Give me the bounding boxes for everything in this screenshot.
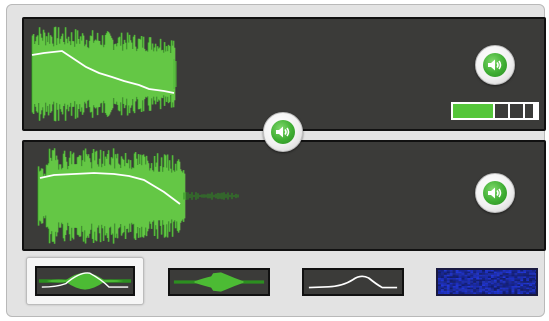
- view-mode-tabs: [16, 257, 540, 309]
- track-2-waveform-panel[interactable]: [22, 140, 546, 251]
- speaker-icon: [483, 53, 507, 77]
- audio-mixer-window: [6, 4, 546, 317]
- track-1-speaker-button[interactable]: [475, 45, 515, 85]
- waveform-icon: [168, 268, 270, 296]
- tab-envelope[interactable]: [294, 262, 412, 302]
- spectrogram-icon: [436, 268, 538, 296]
- tab-waveform-with-envelope[interactable]: [26, 257, 144, 305]
- waveform-envelope-icon: [35, 266, 135, 296]
- track-2-waveform: [37, 148, 239, 244]
- level-meter-segment: [510, 104, 523, 118]
- tab-waveform[interactable]: [160, 262, 278, 302]
- level-meter-segment: [453, 104, 493, 118]
- envelope-curve-icon: [302, 268, 404, 296]
- speaker-icon: [483, 181, 507, 205]
- master-speaker-button[interactable]: [263, 112, 303, 152]
- level-meter-segment: [525, 104, 533, 118]
- track-1-level-meter: [451, 102, 539, 120]
- track-2-speaker-button[interactable]: [475, 173, 515, 213]
- tab-spectrogram[interactable]: [428, 262, 546, 302]
- speaker-icon: [271, 120, 295, 144]
- level-meter-segment: [495, 104, 508, 118]
